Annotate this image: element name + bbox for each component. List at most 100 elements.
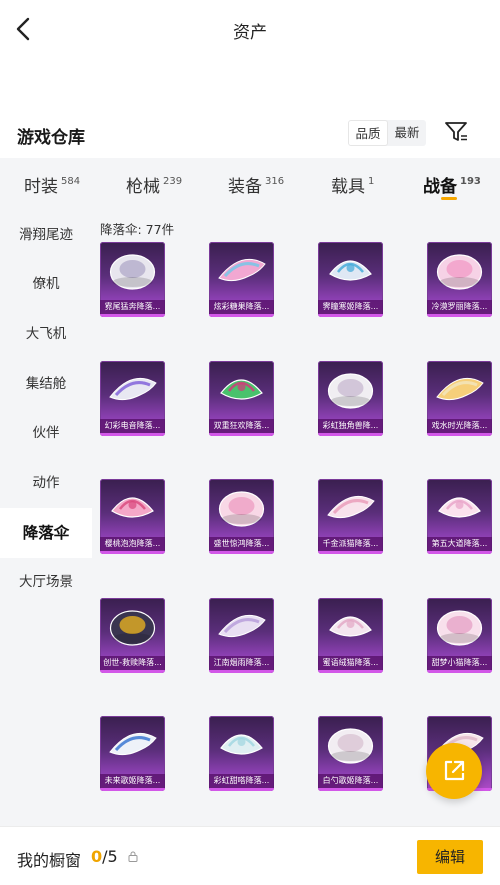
sidebar: 滑翔尾迹 僚机 大飞机 集结舱 伙伴 动作 降落伞 大厅场景 <box>0 208 92 826</box>
lock-icon <box>128 851 138 862</box>
parachute-name: 冷漠罗丽降落... <box>427 300 492 314</box>
parachute-icon <box>436 377 484 401</box>
parachute-icon <box>218 614 266 638</box>
parachute-icon <box>220 734 263 755</box>
parachute-icon <box>438 497 481 518</box>
rarity-bar <box>100 551 165 554</box>
parachute-icon <box>329 616 372 637</box>
parachute-name: 双重狂欢降落... <box>209 419 274 433</box>
parachute-name: 幻彩电音降落... <box>100 419 165 433</box>
sidebar-item-wingman[interactable]: 僚机 <box>0 259 92 309</box>
section-title: 游戏仓库 <box>17 128 85 148</box>
parachute-card[interactable]: 创世-救赎降落... <box>100 598 165 673</box>
rarity-bar <box>209 433 274 436</box>
parachute-card[interactable]: 戏水时光降落... <box>427 361 492 436</box>
parachute-name: 彩虹独角兽降... <box>318 419 383 433</box>
rarity-bar <box>100 314 165 317</box>
sidebar-item-glide-trail[interactable]: 滑翔尾迹 <box>0 210 92 260</box>
parachute-card[interactable]: 千金派猫降落... <box>318 479 383 554</box>
parachute-name: 戏水时光降落... <box>427 419 492 433</box>
rarity-bar <box>318 551 383 554</box>
rarity-bar <box>318 670 383 673</box>
rarity-bar <box>318 788 383 791</box>
sidebar-item-companion[interactable]: 伙伴 <box>0 408 92 458</box>
parachute-card[interactable]: 第五大道降落... <box>427 479 492 554</box>
tab-fashion[interactable]: 时装 584 <box>24 172 80 197</box>
parachute-card[interactable]: 双重狂欢降落... <box>209 361 274 436</box>
sidebar-item-lobby-scene[interactable]: 大厅场景 <box>0 557 92 607</box>
item-count-label: 降落伞: 77件 <box>100 222 175 237</box>
parachute-name: 创世-救赎降落... <box>100 656 165 670</box>
category-tabs: 时装 584 枪械 239 装备 316 载具 1 战备 193 <box>0 158 500 208</box>
tab-battle-prep[interactable]: 战备 193 <box>423 172 481 197</box>
sidebar-item-big-plane[interactable]: 大飞机 <box>0 309 92 359</box>
sidebar-item-emote[interactable]: 动作 <box>0 458 92 508</box>
sort-latest-button[interactable]: 最新 <box>388 120 426 146</box>
parachute-icon <box>327 373 374 409</box>
parachute-card[interactable]: 甜梦小猫降落... <box>427 598 492 673</box>
parachute-icon <box>111 497 154 518</box>
parachute-name: 江南烟雨降落... <box>209 656 274 670</box>
parachute-card[interactable]: 幻彩电音降落... <box>100 361 165 436</box>
parachute-card[interactable]: 盛世惊鸿降落... <box>209 479 274 554</box>
parachute-name: 彩虹甜嗒降落... <box>209 774 274 788</box>
parachute-name: 未来歌姬降落... <box>100 774 165 788</box>
rarity-bar <box>209 314 274 317</box>
rarity-bar <box>427 314 492 317</box>
parachute-card[interactable]: 霓尾猛奔降落... <box>100 242 165 317</box>
parachute-card[interactable]: 江南烟雨降落... <box>209 598 274 673</box>
parachute-card[interactable]: 樱桃泡泡降落... <box>100 479 165 554</box>
parachute-card[interactable]: 霁瞳寒姬降落... <box>318 242 383 317</box>
parachute-name: 霓尾猛奔降落... <box>100 300 165 314</box>
sidebar-item-parachute[interactable]: 降落伞 <box>0 508 92 558</box>
share-button[interactable] <box>426 743 482 799</box>
parachute-icon <box>109 732 157 756</box>
edit-button[interactable]: 编辑 <box>417 840 483 874</box>
parachute-name: 第五大道降落... <box>427 537 492 551</box>
parachute-name: 千金派猫降落... <box>318 537 383 551</box>
active-tab-indicator <box>441 197 457 200</box>
filter-icon[interactable] <box>444 121 468 143</box>
parachute-icon <box>109 254 156 290</box>
parachute-name: 炫彩糖果降落... <box>209 300 274 314</box>
parachute-card[interactable]: 彩虹独角兽降... <box>318 361 383 436</box>
parachute-icon <box>218 491 265 527</box>
rarity-bar <box>100 433 165 436</box>
tab-vehicles[interactable]: 载具 1 <box>331 172 374 197</box>
parachute-card[interactable]: 冷漠罗丽降落... <box>427 242 492 317</box>
sort-toggle: 品质 最新 <box>348 120 426 146</box>
parachute-name: 霁瞳寒姬降落... <box>318 300 383 314</box>
parachute-icon <box>109 377 157 401</box>
top-bar: 资产 <box>0 0 500 58</box>
parachute-icon <box>220 379 263 400</box>
rarity-bar <box>100 788 165 791</box>
parachute-name: 甜梦小猫降落... <box>427 656 492 670</box>
item-list-panel: 降落伞: 77件 霓尾猛奔降落... 炫彩糖果降落... 霁瞳寒姬降落... 冷… <box>92 208 500 826</box>
sort-quality-button[interactable]: 品质 <box>348 120 388 146</box>
parachute-name: 白勺歌姬降落... <box>318 774 383 788</box>
rarity-bar <box>318 314 383 317</box>
parachute-card[interactable]: 彩虹甜嗒降落... <box>209 716 274 791</box>
parachute-card[interactable]: 炫彩糖果降落... <box>209 242 274 317</box>
page-title: 资产 <box>233 23 267 43</box>
parachute-name: 蜜语绒猫降落... <box>318 656 383 670</box>
showcase-count: 0/5 <box>91 847 118 866</box>
parachute-icon <box>327 728 374 764</box>
parachute-icon <box>436 254 483 290</box>
parachute-icon <box>218 258 266 282</box>
tab-weapons[interactable]: 枪械 239 <box>126 172 182 197</box>
parachute-icon <box>329 260 372 281</box>
rarity-bar <box>209 788 274 791</box>
parachute-card[interactable]: 未来歌姬降落... <box>100 716 165 791</box>
tab-equipment[interactable]: 装备 316 <box>228 172 284 197</box>
rarity-bar <box>318 433 383 436</box>
parachute-name: 盛世惊鸿降落... <box>209 537 274 551</box>
parachute-icon <box>327 495 375 519</box>
showcase-footer: 我的橱窗 0/5 编辑 <box>0 826 500 885</box>
sidebar-item-pod[interactable]: 集结舱 <box>0 359 92 409</box>
rarity-bar <box>100 670 165 673</box>
parachute-card[interactable]: 蜜语绒猫降落... <box>318 598 383 673</box>
rarity-bar <box>209 551 274 554</box>
parachute-icon <box>109 610 156 646</box>
parachute-card[interactable]: 白勺歌姬降落... <box>318 716 383 791</box>
